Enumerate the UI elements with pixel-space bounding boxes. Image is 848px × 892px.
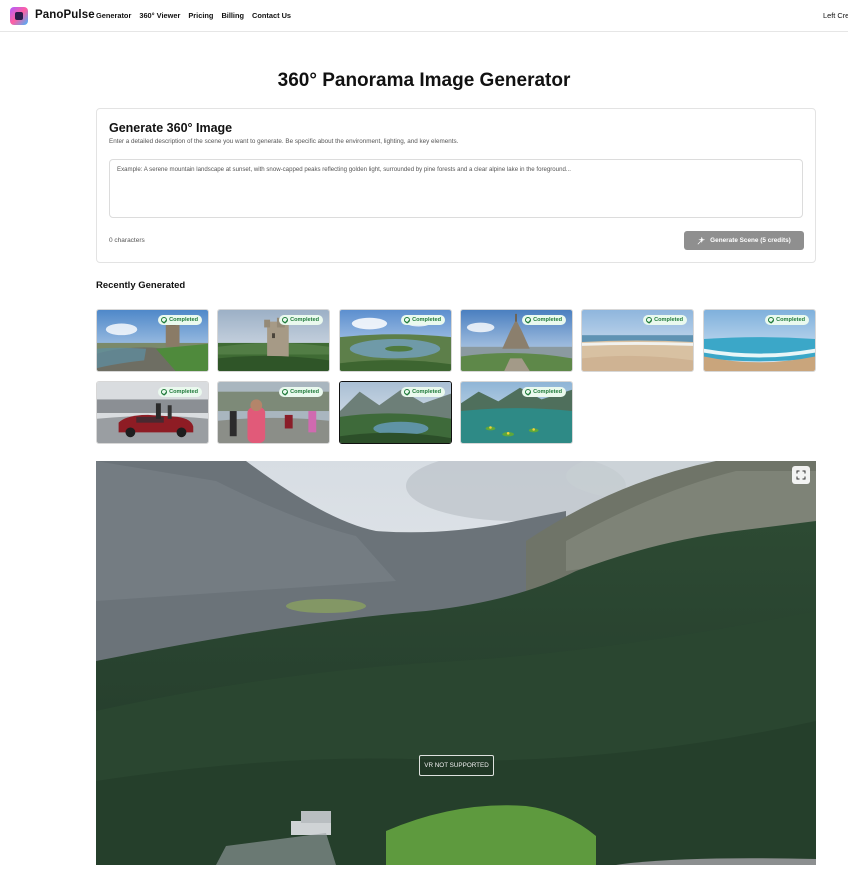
panorama-viewer[interactable]: VR NOT SUPPORTED: [96, 461, 816, 865]
fullscreen-button[interactable]: [792, 466, 810, 484]
nav-link-contact[interactable]: Contact Us: [252, 11, 291, 20]
thumbnail-lily-lake[interactable]: Completed: [460, 381, 573, 444]
thumbnail-mountain-lake[interactable]: Completed: [339, 381, 452, 444]
panorama-image: [96, 461, 816, 865]
thumbnail-car-street[interactable]: Completed: [96, 381, 209, 444]
status-badge: Completed: [765, 315, 809, 325]
char-count: 0 characters: [109, 237, 145, 244]
nav-link-billing[interactable]: Billing: [221, 11, 244, 20]
check-circle-icon: [161, 317, 168, 323]
recent-title: Recently Generated: [96, 280, 186, 291]
prompt-input[interactable]: [109, 159, 803, 218]
check-circle-icon: [525, 317, 532, 323]
thumbnail-lake-aerial[interactable]: Completed: [339, 309, 452, 372]
status-badge: Completed: [401, 315, 445, 325]
thumbnail-beach-sand[interactable]: Completed: [581, 309, 694, 372]
status-badge: Completed: [158, 387, 202, 397]
generator-title: Generate 360° Image: [109, 121, 233, 135]
status-badge: Completed: [158, 315, 202, 325]
thumbnail-castle-tower[interactable]: Completed: [217, 309, 330, 372]
page-title: 360° Panorama Image Generator: [277, 70, 571, 91]
check-circle-icon: [404, 389, 411, 395]
nav-link-viewer[interactable]: 360° Viewer: [139, 11, 180, 20]
vr-not-supported-badge: VR NOT SUPPORTED: [419, 755, 494, 776]
credits-indicator: Left Credits: [823, 11, 848, 20]
status-badge: Completed: [279, 315, 323, 325]
check-circle-icon: [404, 317, 411, 323]
top-nav: PanoPulse Generator 360° Viewer Pricing …: [0, 0, 848, 32]
generator-subtitle: Enter a detailed description of the scen…: [109, 138, 459, 145]
nav-link-generator[interactable]: Generator: [96, 11, 131, 20]
nav-links: Generator 360° Viewer Pricing Billing Co…: [96, 11, 291, 20]
status-badge: Completed: [279, 387, 323, 397]
check-circle-icon: [282, 317, 289, 323]
nav-link-pricing[interactable]: Pricing: [188, 11, 213, 20]
status-badge: Completed: [401, 387, 445, 397]
thumbnail-people-selfie[interactable]: Completed: [217, 381, 330, 444]
check-circle-icon: [525, 389, 532, 395]
generator-card: Generate 360° Image Enter a detailed des…: [96, 108, 816, 263]
brand-name[interactable]: PanoPulse: [35, 9, 95, 21]
generate-scene-label: Generate Scene (5 credits): [710, 237, 791, 244]
check-circle-icon: [282, 389, 289, 395]
check-circle-icon: [646, 317, 653, 323]
thumbnail-beach-sea[interactable]: Completed: [703, 309, 816, 372]
thumbnail-island-abbey[interactable]: Completed: [460, 309, 573, 372]
generate-scene-button[interactable]: Generate Scene (5 credits): [684, 231, 804, 250]
status-badge: Completed: [643, 315, 687, 325]
sparkle-icon: [697, 236, 706, 244]
thumbnail-castle-plaza[interactable]: Completed: [96, 309, 209, 372]
status-badge: Completed: [522, 387, 566, 397]
brand-logo-icon[interactable]: [10, 7, 28, 25]
fullscreen-icon: [796, 470, 806, 480]
status-badge: Completed: [522, 315, 566, 325]
check-circle-icon: [768, 317, 775, 323]
check-circle-icon: [161, 389, 168, 395]
